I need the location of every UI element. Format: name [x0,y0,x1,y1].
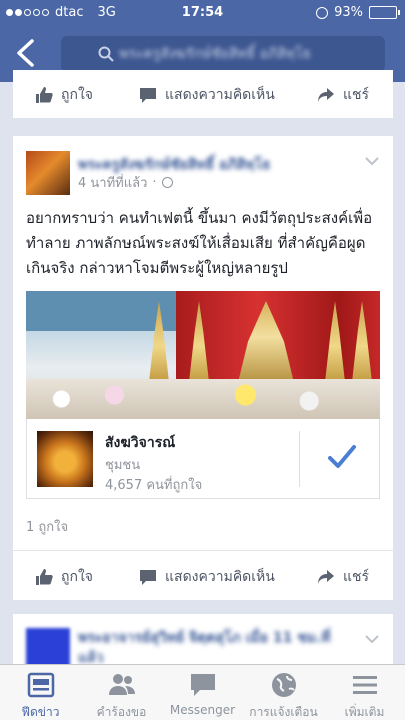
page-cover-photo[interactable] [26,291,380,419]
chevron-down-icon[interactable] [365,634,379,644]
share-button[interactable]: แชร์ [317,84,369,106]
search-input[interactable]: พระครูสังฆรักษ์ชัยสิทธิ์ อภิสิทฺโธ [61,36,385,72]
battery-percent: 93% [334,5,363,20]
tab-label: Messenger [169,703,236,717]
divider [13,550,393,551]
tab-label: การแจ้งเตือน [249,705,318,719]
comment-button[interactable]: แสดงความคิดเห็น [139,566,275,588]
page-category: ชุมชน [105,458,141,473]
divider [299,431,300,487]
tab-label: คำร้องขอ [96,705,147,719]
share-icon [318,88,334,102]
author-avatar[interactable] [26,151,70,195]
chevron-left-icon [17,39,34,67]
share-button[interactable]: แชร์ [317,566,369,588]
post-meta: 4 นาทีที่แล้ว · [78,172,173,193]
chevron-down-icon[interactable] [365,156,379,166]
tab-friend-requests[interactable]: คำร้องขอ [81,665,162,720]
messenger-icon [191,674,215,696]
page-like-count: 4,657 คนที่ถูกใจ [105,478,203,493]
post-actions: ถูกใจ แสดงความคิดเห็น แชร์ [13,552,393,600]
post-text: อยากทราบว่า คนทำเฟตนี้ ขึ้นมา คงมีวัตถุป… [26,209,373,277]
tab-news-feed[interactable]: ฟีดข่าว [0,665,81,720]
post-like-count[interactable]: 1 ถูกใจ [26,516,68,537]
back-button[interactable] [12,38,40,68]
news-feed-icon [27,672,55,698]
post-time[interactable]: 4 นาทีที่แล้ว [78,172,147,193]
like-label: ถูกใจ [61,569,93,585]
liked-checkmark-icon[interactable] [327,443,357,471]
thumbs-up-icon [36,87,53,103]
share-icon [318,570,334,584]
comment-icon [140,570,156,585]
menu-icon [353,676,377,694]
next-post-author[interactable]: พระอาจารย์สุวิทย์ จิตฺตสุโภ เมื่อ 11 ชม.… [78,628,338,668]
post-card: พระครูสังฆรักษ์ชัยสิทธิ์ อภิสิทฺโธ 4 นาท… [13,136,393,598]
globe-icon [272,673,296,697]
thumbs-up-icon [36,569,53,585]
friend-requests-icon [109,674,135,695]
tab-messenger[interactable]: Messenger [162,665,243,720]
status-right: 93% [316,5,400,20]
comment-label: แสดงความคิดเห็น [165,569,275,585]
globe-icon [161,177,173,188]
battery-icon [369,6,400,19]
previous-post-actions: ถูกใจ แสดงความคิดเห็น แชร์ [13,70,393,118]
search-icon [98,46,114,62]
status-bar: dtac 3G 17:54 93% [0,0,405,26]
share-label: แชร์ [343,569,370,585]
tab-label: เพิ่มเติม [344,705,385,719]
comment-button[interactable]: แสดงความคิดเห็น [139,84,275,106]
tab-more[interactable]: เพิ่มเติม [324,665,405,720]
tab-notifications[interactable]: การแจ้งเตือน [243,665,324,720]
tab-label: ฟีดข่าว [21,705,60,719]
page-name[interactable]: สังฆวิจารณ์ [105,432,175,454]
comment-label: แสดงความคิดเห็น [165,87,275,103]
shared-page-box[interactable]: สังฆวิจารณ์ ชุมชน 4,657 คนที่ถูกใจ [26,419,380,499]
like-label: ถูกใจ [61,87,93,103]
tab-bar: ฟีดข่าว คำร้องขอ Messenger การแจ้งเตือน … [0,664,405,720]
like-button[interactable]: ถูกใจ [35,566,93,588]
share-label: แชร์ [343,87,370,103]
page-thumbnail[interactable] [37,431,93,487]
search-text: พระครูสังฆรักษ์ชัยสิทธิ์ อภิสิทฺโธ [119,46,312,62]
comment-icon [140,88,156,103]
like-button[interactable]: ถูกใจ [35,84,93,106]
rotation-lock-icon [316,6,329,19]
